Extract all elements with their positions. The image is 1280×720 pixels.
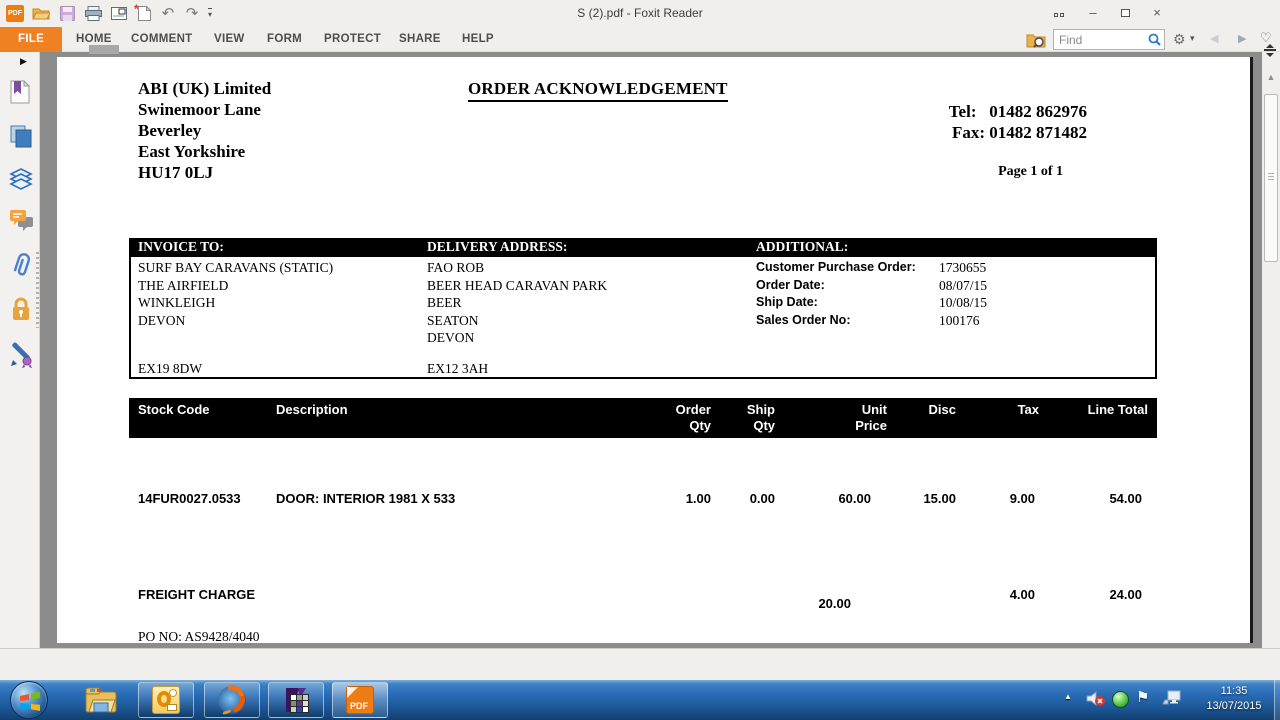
- screen: PDF * ↶ ↷ ▾ S (2).pdf - Foxit Reader – ×…: [0, 0, 1280, 720]
- minimize-button[interactable]: –: [1080, 5, 1106, 21]
- undo-icon[interactable]: ↶: [157, 3, 179, 23]
- screen-mode-icon[interactable]: [1046, 5, 1072, 32]
- taskbar-foxit-button[interactable]: PDF: [332, 682, 388, 718]
- po-number-note: PO NO: AS9428/4040: [138, 629, 260, 644]
- scrollbar-thumb[interactable]: [1264, 94, 1278, 262]
- customize-toolbar-caret-icon[interactable]: ▾: [204, 3, 216, 23]
- pages-icon[interactable]: [9, 124, 32, 148]
- clock-time: 11:35: [1220, 685, 1248, 697]
- tab-protect[interactable]: PROTECT: [324, 27, 381, 52]
- network-icon[interactable]: [1162, 690, 1181, 706]
- taskbar-outlook-button[interactable]: [138, 682, 194, 718]
- volume-muted-icon[interactable]: [1086, 690, 1106, 707]
- expand-sidebar-icon[interactable]: ▶: [20, 56, 27, 67]
- invoice-address-table: INVOICE TO: DELIVERY ADDRESS: ADDITIONAL…: [129, 238, 1157, 379]
- print-icon[interactable]: [82, 3, 104, 23]
- open-file-icon[interactable]: [30, 3, 52, 23]
- delivery-postcode: EX12 3AH: [427, 361, 489, 376]
- tab-form[interactable]: FORM: [267, 27, 302, 52]
- start-button[interactable]: [10, 681, 48, 719]
- items-table-header: Stock Code Description Order Qty Ship Qt…: [129, 398, 1157, 438]
- item-row: 14FUR0027.0533 DOOR: INTERIOR 1981 X 533…: [138, 491, 1142, 506]
- company-address-block: ABI (UK) Limited Swinemoor Lane Beverley…: [138, 79, 272, 182]
- taskbar-clock[interactable]: 11:35 13/07/2015: [1196, 684, 1272, 714]
- tab-share[interactable]: SHARE: [399, 27, 441, 52]
- gear-caret-icon[interactable]: ▾: [1190, 33, 1195, 44]
- foxit-logo-icon[interactable]: PDF: [4, 3, 26, 23]
- save-icon[interactable]: [56, 3, 78, 23]
- invoice-to-header: INVOICE TO:: [138, 239, 224, 254]
- comments-icon[interactable]: [9, 208, 33, 231]
- pdf-page: ABI (UK) Limited Swinemoor Lane Beverley…: [57, 57, 1253, 644]
- find-previous-icon[interactable]: ◀: [1210, 32, 1218, 45]
- tab-file[interactable]: FILE: [0, 27, 62, 52]
- close-button[interactable]: ×: [1144, 5, 1170, 21]
- tray-status-icon[interactable]: [1112, 691, 1129, 708]
- asterisk-badge: *: [134, 2, 139, 16]
- invoice-postcode: EX19 8DW: [138, 361, 203, 376]
- show-hidden-icons-button[interactable]: ▲: [1064, 692, 1072, 701]
- signature-icon[interactable]: [9, 340, 32, 368]
- show-desktop-button[interactable]: [1274, 680, 1280, 720]
- search-icon[interactable]: [1148, 33, 1161, 46]
- navigation-sidebar: ▶: [0, 52, 40, 648]
- find-next-icon[interactable]: ▶: [1238, 32, 1246, 45]
- sidebar-resize-grip[interactable]: [36, 252, 39, 328]
- split-view-icon[interactable]: [1263, 44, 1277, 57]
- taskbar-firefox-button[interactable]: [204, 679, 260, 719]
- bookmarks-icon[interactable]: [9, 79, 31, 104]
- security-lock-icon[interactable]: [9, 296, 31, 320]
- page-number-label: Page 1 of 1: [998, 164, 1063, 179]
- additional-details: Customer Purchase Order: 1730655 Order Da…: [756, 260, 988, 328]
- document-title: ORDER ACKNOWLEDGEMENT: [468, 79, 728, 102]
- delivery-address-header: DELIVERY ADDRESS:: [427, 239, 568, 254]
- taskbar-grid-app-button[interactable]: [268, 682, 324, 718]
- ribbon-notch: [89, 45, 119, 54]
- tab-view[interactable]: VIEW: [214, 27, 245, 52]
- gear-icon[interactable]: ⚙: [1173, 31, 1186, 48]
- tab-help[interactable]: HELP: [462, 27, 494, 52]
- taskbar-explorer-button[interactable]: [72, 682, 130, 718]
- invoice-table-header-bar: INVOICE TO: DELIVERY ADDRESS: ADDITIONAL…: [131, 238, 1155, 257]
- tel-fax-block: Tel: 01482 862976 Fax: 01482 871482: [948, 102, 1087, 142]
- layers-icon[interactable]: [9, 166, 33, 190]
- action-center-flag-icon[interactable]: ⚑: [1136, 688, 1149, 706]
- new-document-icon[interactable]: *: [133, 2, 155, 23]
- tab-comment[interactable]: COMMENT: [131, 27, 193, 52]
- additional-header: ADDITIONAL:: [756, 239, 849, 254]
- scroll-up-icon[interactable]: ▲: [1264, 72, 1278, 82]
- window-title: S (2).pdf - Foxit Reader: [577, 6, 703, 20]
- redo-icon[interactable]: ↷: [181, 3, 203, 23]
- title-bar: PDF * ↶ ↷ ▾ S (2).pdf - Foxit Reader – ×: [0, 0, 1280, 32]
- attachment-icon[interactable]: [9, 252, 31, 276]
- restore-button[interactable]: [1112, 5, 1138, 21]
- clock-date: 13/07/2015: [1206, 700, 1262, 712]
- status-bar: ◀ ◀ 1 / 1 ▾ ▶ ▶ 114.02% ▾ − +: [0, 648, 1280, 680]
- delivery-address: FAO ROB BEER HEAD CARAVAN PARK BEER SEAT…: [427, 260, 608, 345]
- freight-row: FREIGHT CHARGE 20.00 4.00 24.00: [138, 587, 1142, 611]
- email-icon[interactable]: [108, 3, 130, 23]
- invoice-to-address: SURF BAY CARAVANS (STATIC) THE AIRFIELD …: [138, 260, 334, 328]
- search-folder-icon[interactable]: [1026, 31, 1046, 48]
